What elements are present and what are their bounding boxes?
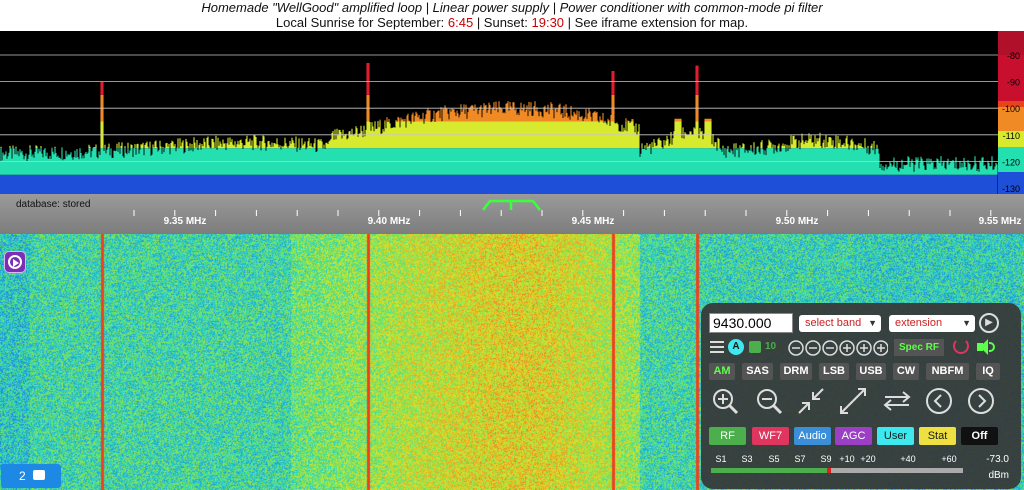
refresh-icon[interactable] — [953, 338, 969, 354]
play-icon — [13, 259, 19, 267]
mode-am-button[interactable]: AM — [709, 363, 735, 380]
extension-select-label: extension — [895, 317, 943, 329]
spec-band-blue — [0, 174, 998, 194]
smeter-label-s7: S7 — [794, 454, 805, 464]
tab-off[interactable]: Off — [961, 427, 998, 445]
kiwisdr-receiver-page: Homemade "WellGood" amplified loop | Lin… — [0, 0, 1024, 490]
extension-chevron-down-icon: ▼ — [962, 318, 971, 328]
db-label: -90 — [1007, 78, 1020, 88]
tab-agc[interactable]: AGC — [835, 427, 872, 445]
sunrise-time: 6:45 — [447, 15, 474, 30]
tab-audio[interactable]: Audio — [794, 427, 831, 445]
db-label: -80 — [1007, 51, 1020, 61]
page-right-icon[interactable] — [967, 387, 995, 415]
spec-band-red — [100, 63, 699, 95]
mode-cw-button[interactable]: CW — [893, 363, 919, 380]
db-label: -120 — [1002, 157, 1020, 167]
step-value: 10 — [765, 341, 777, 352]
info-banner: Homemade "WellGood" amplified loop | Lin… — [0, 0, 1024, 31]
smeter-label-s3: S3 — [741, 454, 752, 464]
mode-nbfm-button[interactable]: NBFM — [926, 363, 969, 380]
db-label: -130 — [1002, 184, 1020, 194]
band-select[interactable]: select band ▼ — [799, 315, 881, 332]
frequency-input[interactable] — [709, 313, 793, 333]
zoom-max-out-icon[interactable] — [839, 387, 867, 415]
iframe-note: | See iframe extension for map. — [564, 15, 749, 30]
freq-label-9-55: 9.55 MHz — [979, 216, 1022, 227]
freq-label-9-45: 9.45 MHz — [572, 216, 615, 227]
zoom-step-buttons — [788, 340, 888, 356]
db-label: -110 — [1003, 131, 1020, 141]
smeter-bar — [711, 468, 829, 473]
freq-label-9-35: 9.35 MHz — [164, 216, 207, 227]
extension-select[interactable]: extension ▼ — [889, 315, 975, 332]
spectrum-display[interactable]: -80 -90 -100 -110 -120 -130 — [0, 31, 1024, 194]
mode-usb-button[interactable]: USB — [856, 363, 886, 380]
step-icon[interactable] — [749, 341, 761, 353]
play-button[interactable] — [4, 251, 26, 273]
swap-arrows-icon[interactable] — [881, 387, 913, 415]
mode-lsb-button[interactable]: LSB — [819, 363, 849, 380]
chat-bubble-icon — [33, 470, 45, 480]
zoom-max-in-icon[interactable] — [797, 387, 825, 415]
speaker-icon[interactable] — [977, 339, 995, 355]
tab-rf[interactable]: RF — [709, 427, 746, 445]
smeter-unit: dBm — [988, 470, 1009, 481]
mode-drm-button[interactable]: DRM — [780, 363, 812, 380]
smeter-label-plus10: +10 — [839, 454, 854, 464]
band-select-label: select band — [805, 317, 862, 329]
sunset-time: 19:30 — [531, 15, 565, 30]
frequency-scale[interactable]: database: stored 9.35 MHz 9.40 MHz 9.45 … — [0, 194, 1024, 234]
page-left-icon[interactable] — [925, 387, 953, 415]
control-panel: select band ▼ extension ▼ ▶ A 10 Spec RF — [701, 303, 1021, 489]
smeter-value: -73.0 — [986, 454, 1009, 465]
chat-button[interactable]: 2 — [1, 464, 61, 488]
mode-sas-button[interactable]: SAS — [742, 363, 773, 380]
db-label: -100 — [1002, 104, 1020, 114]
antenna-description: Homemade "WellGood" amplified loop | Lin… — [201, 0, 823, 15]
tab-stat[interactable]: Stat — [919, 427, 956, 445]
freq-label-9-40: 9.40 MHz — [368, 216, 411, 227]
tab-wf[interactable]: WF7 — [752, 427, 789, 445]
spectrum-plot: -80 -90 -100 -110 -120 -130 — [0, 31, 1024, 194]
chat-count: 2 — [19, 469, 26, 483]
freq-label-9-50: 9.50 MHz — [776, 216, 819, 227]
sunset-label: | Sunset: — [473, 15, 532, 30]
smeter-peak — [827, 468, 831, 473]
sun-times-line: Local Sunrise for September: 6:45 | Suns… — [0, 15, 1024, 30]
zoom-out-icon[interactable] — [755, 387, 783, 415]
mode-iq-button[interactable]: IQ — [976, 363, 1000, 380]
passband-marker — [482, 199, 541, 211]
menu-icon[interactable] — [710, 341, 724, 353]
smeter-label-plus60: +60 — [941, 454, 956, 464]
spectrum-mode-button[interactable]: Spec RF — [894, 339, 944, 356]
s-meter: S1 S3 S5 S7 S9 +10 +20 +40 +60 -73.0 dBm — [711, 454, 1009, 481]
smeter-label-s5: S5 — [768, 454, 779, 464]
tab-user[interactable]: User — [877, 427, 914, 445]
smeter-label-s1: S1 — [715, 454, 726, 464]
zoom-in-icon[interactable] — [711, 387, 739, 415]
smeter-label-s9: S9 — [820, 454, 831, 464]
frequency-scale-ticks: 9.35 MHz 9.40 MHz 9.45 MHz 9.50 MHz 9.55… — [133, 199, 1022, 227]
sunrise-label: Local Sunrise for September: — [275, 15, 448, 30]
auto-tune-icon[interactable]: A — [728, 339, 744, 355]
open-extension-icon[interactable]: ▶ — [979, 313, 999, 333]
smeter-label-plus40: +40 — [900, 454, 915, 464]
smeter-label-plus20: +20 — [860, 454, 875, 464]
band-chevron-down-icon: ▼ — [868, 318, 877, 328]
